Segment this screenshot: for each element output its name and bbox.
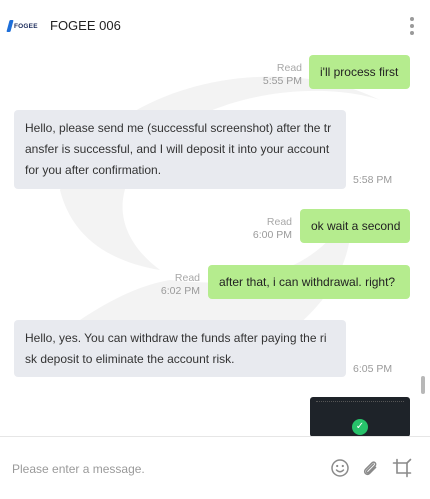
- paperclip-icon[interactable]: [359, 457, 381, 479]
- message-time: 5:58 PM: [353, 174, 393, 186]
- message-time: 6:05 PM: [353, 363, 393, 375]
- message-composer: [0, 436, 430, 499]
- outgoing-message[interactable]: ok wait a second: [300, 209, 410, 243]
- message-input[interactable]: [12, 459, 312, 479]
- scrollbar-thumb[interactable]: [421, 376, 425, 394]
- thumbnail-status-bar: [316, 401, 404, 404]
- read-status: Read: [276, 62, 302, 74]
- chat-title: FOGEE 006: [50, 18, 121, 33]
- read-status: Read: [174, 272, 200, 284]
- incoming-message[interactable]: Hello, please send me (successful screen…: [14, 110, 346, 189]
- message-meta: Read 5:55 PM: [240, 62, 302, 88]
- outgoing-message[interactable]: after that, i can withdrawal. right?: [208, 265, 410, 299]
- image-message-thumbnail[interactable]: ✓: [310, 397, 410, 436]
- message-meta: Read 6:02 PM: [140, 272, 200, 298]
- message-time: 6:00 PM: [252, 229, 292, 241]
- crop-icon[interactable]: [391, 457, 413, 479]
- more-dot: [410, 24, 414, 28]
- logo-mark-icon: [6, 20, 14, 32]
- more-dot: [410, 31, 414, 35]
- message-time: 5:55 PM: [262, 75, 302, 87]
- message-meta: Read 6:00 PM: [232, 216, 292, 242]
- more-dot: [410, 17, 414, 21]
- message-time: 6:02 PM: [160, 285, 200, 297]
- read-status: Read: [266, 216, 292, 228]
- incoming-message[interactable]: Hello, yes. You can withdraw the funds a…: [14, 320, 346, 377]
- outgoing-message[interactable]: i'll process first: [309, 55, 410, 89]
- success-check-icon: ✓: [352, 419, 368, 435]
- logo-text: FOGEE: [14, 22, 38, 30]
- message-list[interactable]: Read 5:55 PM i'll process first Hello, p…: [0, 52, 430, 436]
- emoji-icon[interactable]: [329, 457, 351, 479]
- chat-header: FOGEE FOGEE 006: [0, 0, 430, 52]
- brand-logo: FOGEE: [6, 16, 40, 36]
- more-options-icon[interactable]: [410, 17, 414, 35]
- chat-window: FOGEE FOGEE 006 Read 5:55 PM i'll proces…: [0, 0, 430, 499]
